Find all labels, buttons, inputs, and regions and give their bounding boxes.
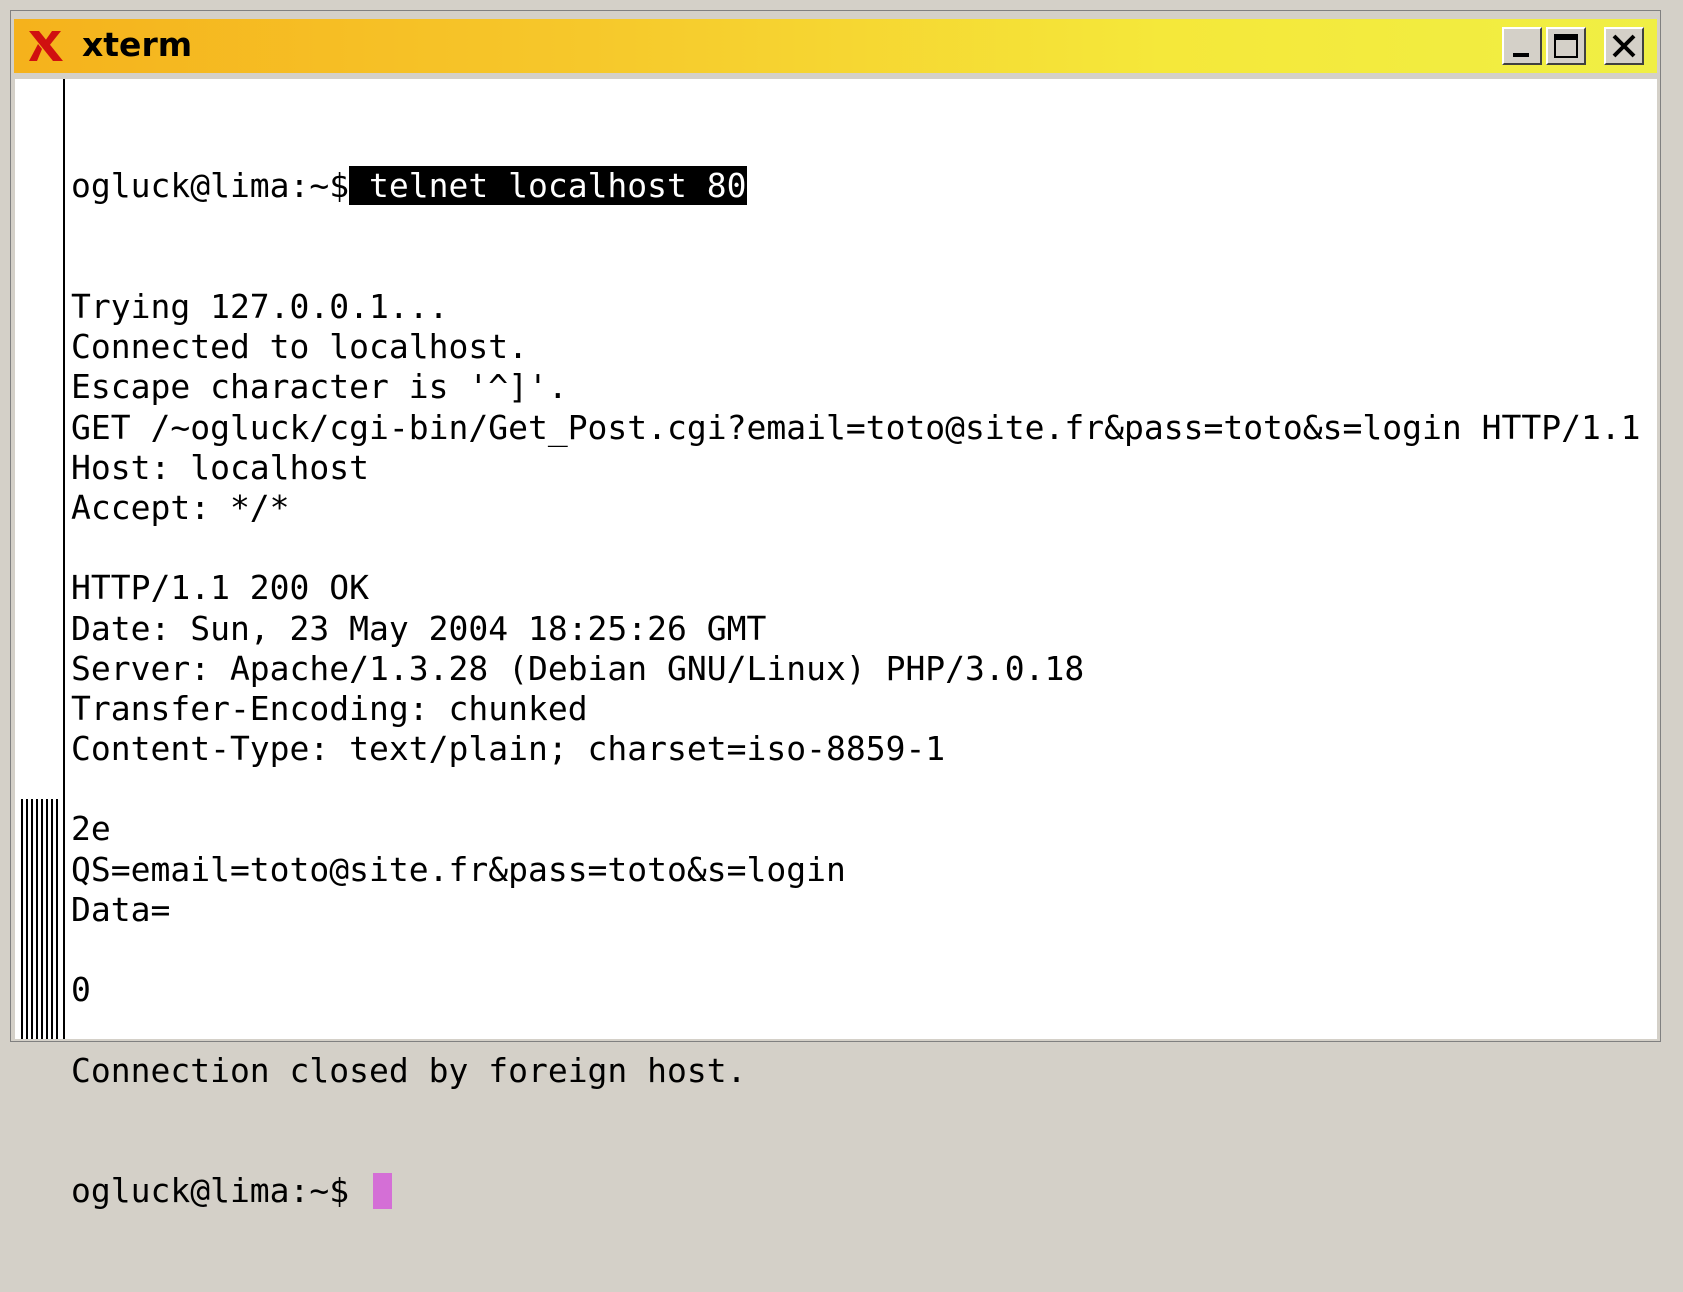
- terminal-line: Data=: [71, 889, 171, 929]
- terminal-line: QS=email=toto@site.fr&pass=toto&s=login: [71, 849, 846, 889]
- selected-command-text[interactable]: telnet localhost 80: [349, 166, 747, 206]
- terminal-line: 0: [71, 970, 91, 1010]
- terminal-area[interactable]: ogluck@lima:~$ telnet localhost 80 Tryin…: [15, 79, 1657, 1210]
- shell-prompt: ogluck@lima:~$: [71, 166, 350, 206]
- terminal-line: Content-Type: text/plain; charset=iso-88…: [71, 729, 946, 769]
- title-bar[interactable]: xterm: [14, 19, 1657, 73]
- maximize-icon: [1554, 34, 1578, 58]
- terminal-line: Trying 127.0.0.1...: [71, 287, 449, 326]
- terminal-line: HTTP/1.1 200 OK: [71, 568, 370, 608]
- x-logo-icon[interactable]: [26, 28, 66, 64]
- xterm-window: xterm ogluck@lima:~$ telnet localhost 80…: [10, 10, 1661, 1210]
- terminal-line: 2e: [71, 809, 111, 849]
- terminal-line: Connection closed by foreign host.: [71, 1050, 747, 1090]
- final-prompt-line[interactable]: ogluck@lima:~$: [71, 1171, 1651, 1211]
- command-line: ogluck@lima:~$ telnet localhost 80: [71, 166, 1651, 206]
- terminal-line: Date: Sun, 23 May 2004 18:25:26 GMT: [71, 608, 767, 648]
- scrollbar[interactable]: [15, 79, 65, 1039]
- terminal-line: GET /~ogluck/cgi-bin/Get_Post.cgi?email=…: [71, 407, 1641, 447]
- terminal-line: Escape character is '^]'.: [71, 367, 568, 407]
- minimize-button[interactable]: [1502, 27, 1542, 65]
- text-cursor: [373, 1172, 393, 1209]
- terminal-line: Host: localhost: [71, 447, 370, 487]
- minimize-icon: [1513, 53, 1529, 57]
- scrollbar-thumb[interactable]: [21, 799, 61, 1039]
- terminal-line: Accept: */*: [71, 487, 290, 527]
- maximize-button[interactable]: [1546, 27, 1586, 65]
- terminal-output: ogluck@lima:~$ telnet localhost 80 Tryin…: [71, 86, 1651, 1292]
- terminal-line: Transfer-Encoding: chunked: [71, 688, 588, 728]
- close-icon: [1612, 34, 1636, 58]
- terminal-line: Connected to localhost.: [71, 327, 528, 367]
- close-button[interactable]: [1604, 27, 1644, 65]
- terminal-line: Server: Apache/1.3.28 (Debian GNU/Linux)…: [71, 648, 1085, 688]
- output-lines: Trying 127.0.0.1... Connected to localhos…: [71, 287, 1651, 1091]
- shell-prompt: ogluck@lima:~$: [71, 1171, 370, 1211]
- window-title: xterm: [82, 25, 193, 64]
